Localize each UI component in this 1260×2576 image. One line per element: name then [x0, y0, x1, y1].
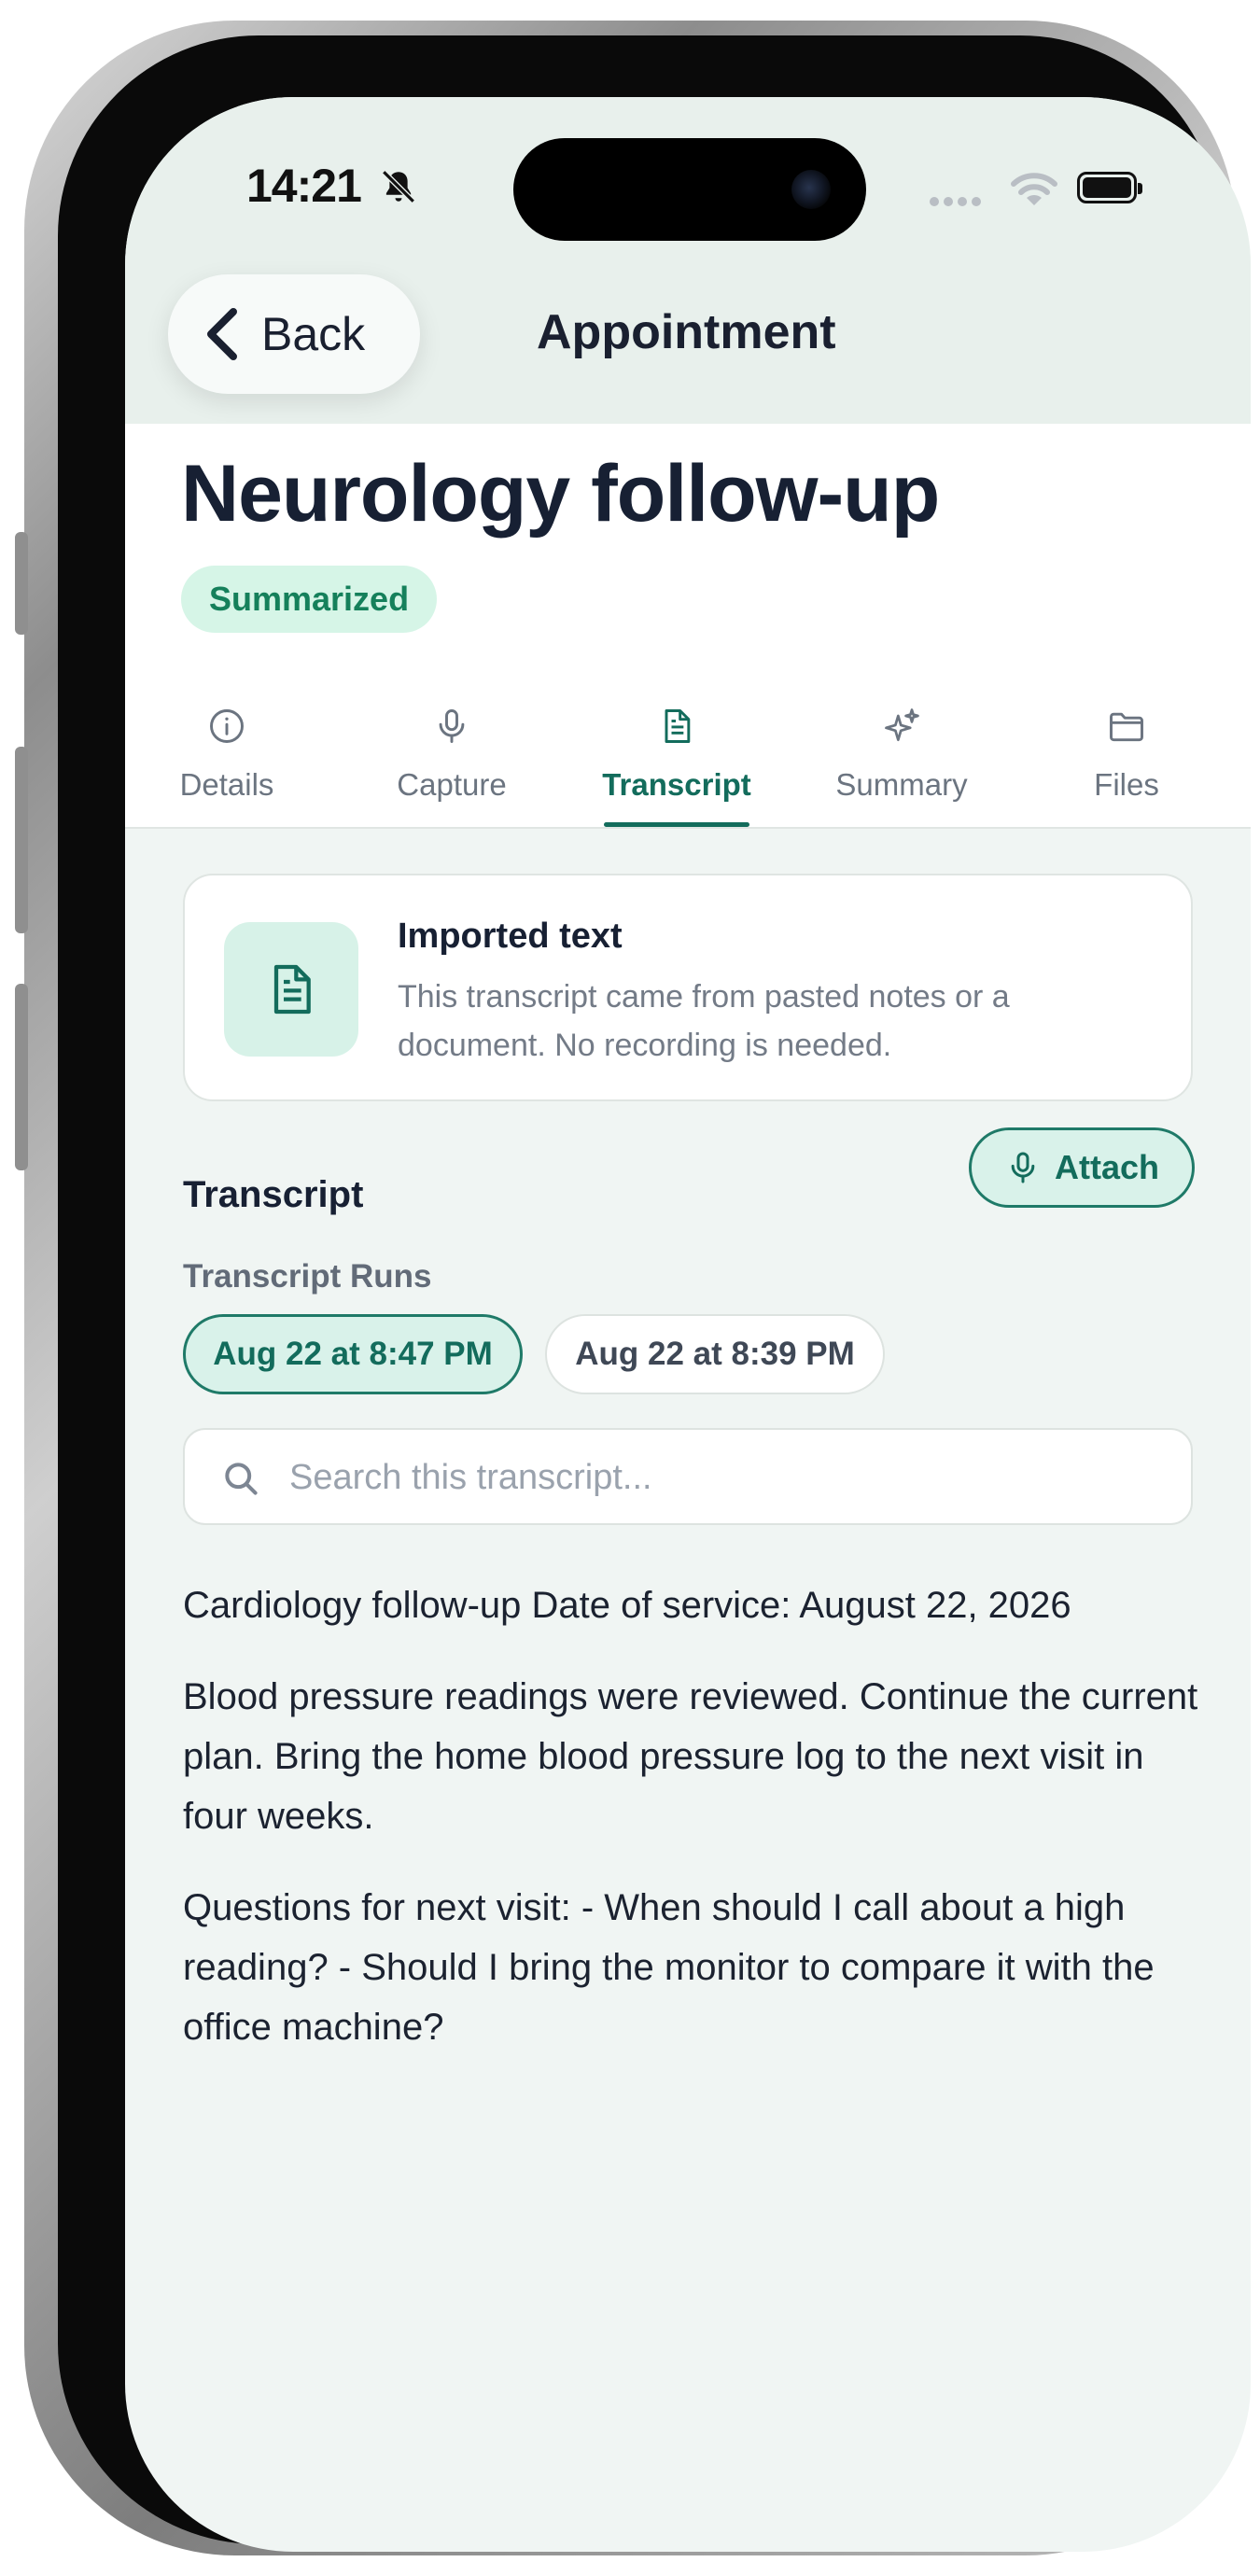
- imported-text-card: Imported text This transcript came from …: [183, 874, 1193, 1101]
- phone-bezel: 14:21 Back Appointment Neurology follow-…: [58, 35, 1251, 2552]
- attach-button[interactable]: Attach: [969, 1127, 1195, 1208]
- tab-label: Summary: [835, 767, 968, 802]
- status-badge: Summarized: [181, 566, 438, 633]
- cellular-signal-icon: [930, 194, 986, 211]
- tab-transcript[interactable]: Transcript: [583, 678, 770, 827]
- document-icon: [665, 709, 691, 743]
- bell-muted-icon: [382, 170, 415, 203]
- action-button: [15, 532, 28, 635]
- tab-capture[interactable]: Capture: [358, 678, 545, 827]
- info-card-title: Imported text: [398, 917, 623, 956]
- transcript-paragraph: Blood pressure readings were reviewed. C…: [183, 1676, 1198, 1837]
- nav-title: Appointment: [537, 305, 836, 359]
- run-chip-selected[interactable]: Aug 22 at 8:47 PM: [183, 1314, 523, 1394]
- dynamic-island: [513, 138, 866, 241]
- tab-summary[interactable]: Summary: [808, 678, 995, 827]
- nav-bar: 14:21 Back Appointment: [125, 97, 1251, 424]
- battery-icon: [1077, 172, 1142, 203]
- tab-label: Capture: [397, 767, 507, 802]
- transcript-search-box: [183, 1428, 1193, 1525]
- folder-icon: [1110, 712, 1143, 742]
- tab-files[interactable]: Files: [1033, 678, 1220, 827]
- phone-frame: 14:21 Back Appointment Neurology follow-…: [15, 21, 1251, 2555]
- search-icon: [225, 1463, 258, 1495]
- volume-down-button: [15, 984, 28, 1170]
- back-button[interactable]: Back: [168, 274, 420, 394]
- info-circle-icon: [210, 709, 244, 743]
- tab-label: Transcript: [602, 767, 751, 802]
- transcript-runs-label: Transcript Runs: [183, 1258, 432, 1295]
- appointment-header: Neurology follow-up Summarized: [125, 424, 1251, 679]
- transcript-paragraph: Questions for next visit: - When should …: [183, 1887, 1155, 2048]
- status-time: 14:21: [246, 160, 362, 212]
- tab-label: Files: [1094, 767, 1159, 802]
- page-title: Neurology follow-up: [181, 449, 940, 539]
- wifi-icon: [1011, 173, 1057, 205]
- run-chip[interactable]: Aug 22 at 8:39 PM: [545, 1314, 885, 1394]
- info-card-icon-box: [224, 922, 358, 1057]
- app-screen: 14:21 Back Appointment Neurology follow-…: [125, 97, 1251, 2552]
- transcript-body: Cardiology follow-up Date of service: Au…: [183, 1575, 1200, 2089]
- camera-icon: [791, 170, 831, 209]
- tab-details[interactable]: Details: [133, 678, 320, 827]
- volume-up-button: [15, 747, 28, 933]
- microphone-icon: [1011, 1152, 1035, 1183]
- tab-label: Details: [179, 767, 274, 802]
- transcript-paragraph: Cardiology follow-up Date of service: Au…: [183, 1585, 1071, 1626]
- back-label: Back: [261, 308, 366, 360]
- tab-bar: Details Capture Transcript Summary Files: [125, 678, 1251, 829]
- microphone-icon: [439, 709, 465, 743]
- document-icon: [273, 964, 311, 1015]
- sparkles-icon: [885, 708, 919, 742]
- transcript-section-title: Transcript: [183, 1174, 364, 1215]
- chevron-left-icon: [207, 308, 237, 360]
- attach-label: Attach: [1054, 1148, 1159, 1186]
- search-input[interactable]: [287, 1447, 1169, 1508]
- info-card-description: This transcript came from pasted notes o…: [398, 979, 1010, 1063]
- active-tab-indicator: [604, 822, 749, 827]
